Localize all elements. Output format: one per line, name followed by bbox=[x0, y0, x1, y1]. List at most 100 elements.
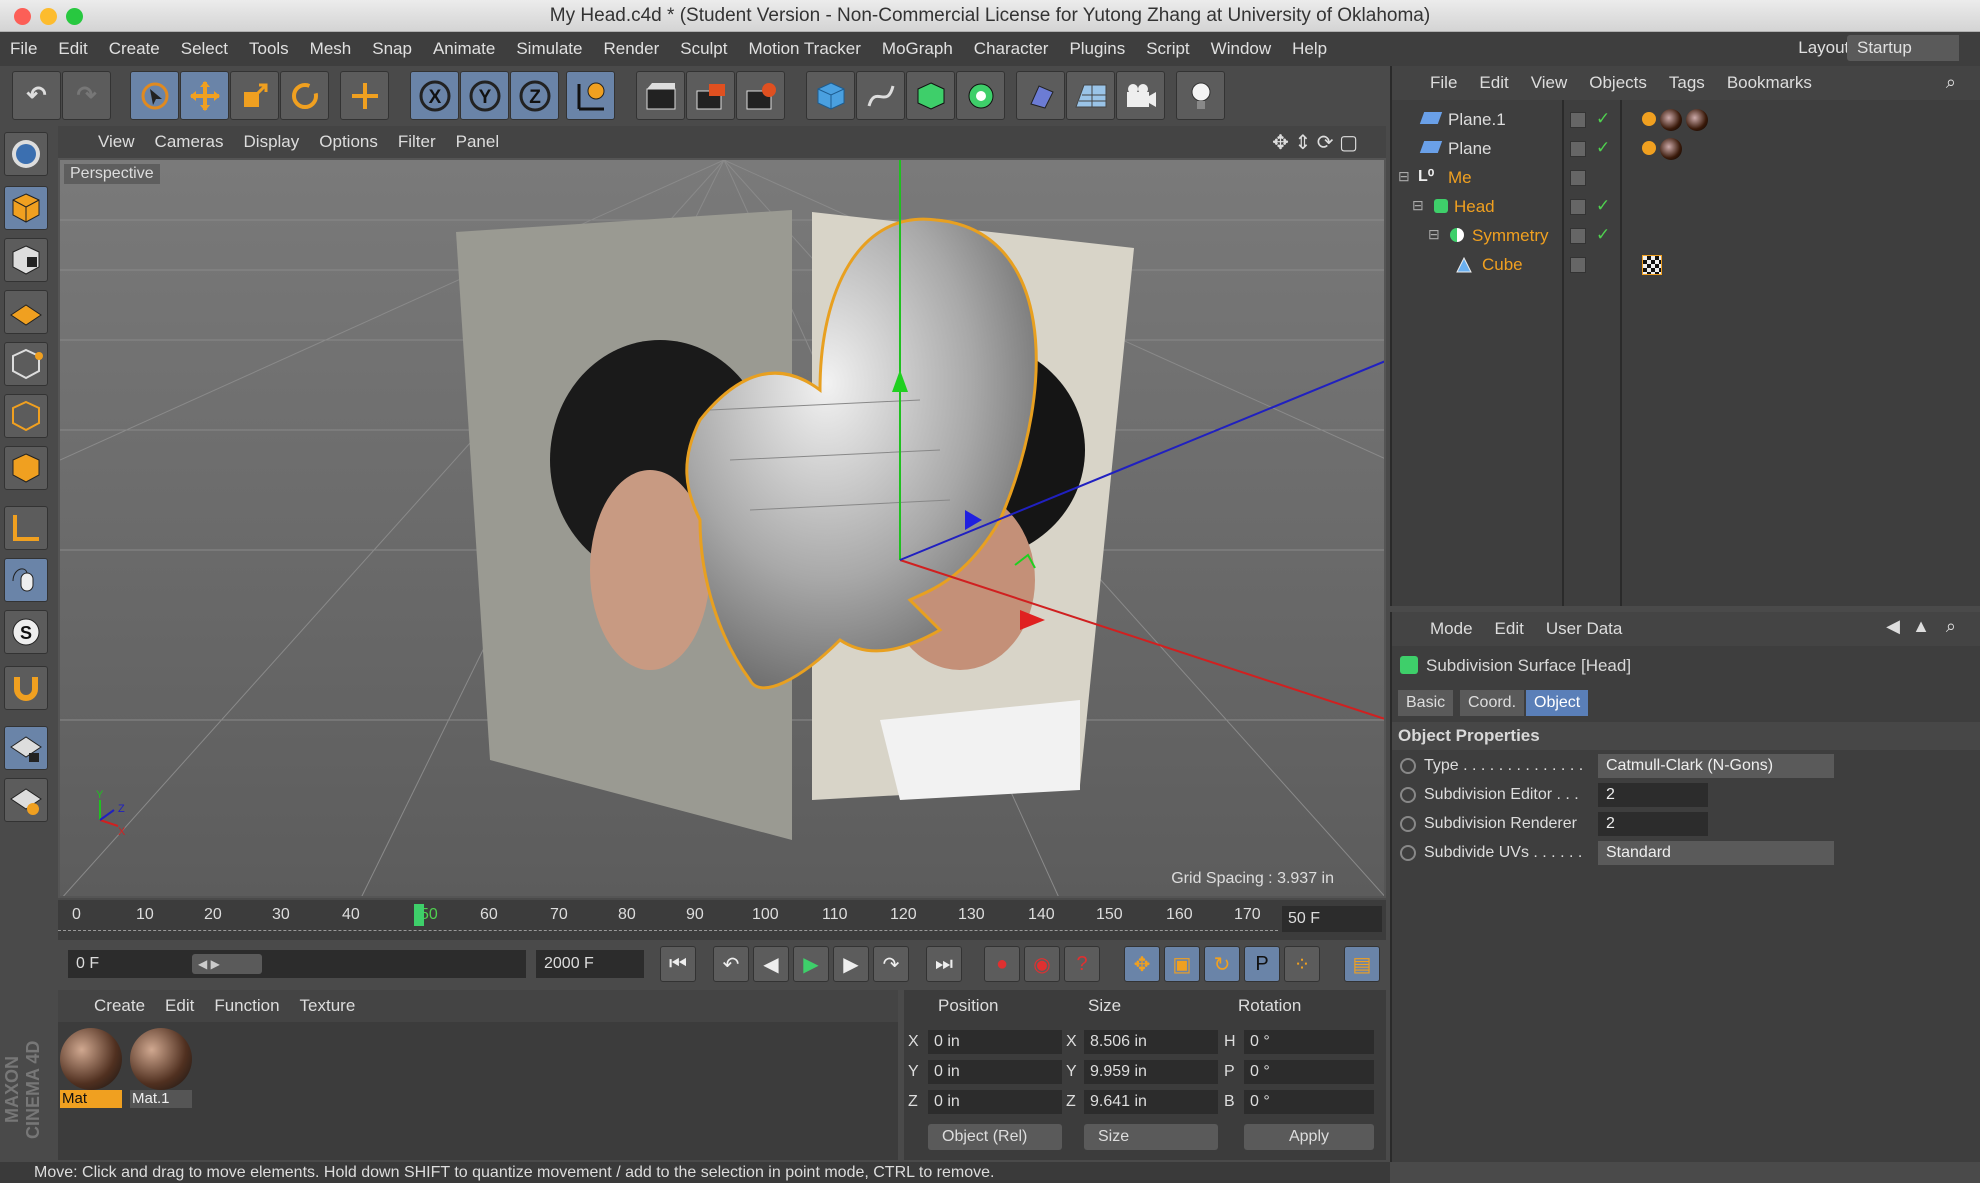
apply-button[interactable]: Apply bbox=[1244, 1124, 1374, 1150]
3d-viewport[interactable]: Y ZX Perspective Grid Spacing : 3.937 in bbox=[58, 158, 1386, 898]
previous-key-icon[interactable]: ↶ bbox=[713, 946, 749, 982]
tab-coord[interactable]: Coord. bbox=[1460, 690, 1525, 716]
animate-radio[interactable] bbox=[1400, 845, 1416, 861]
previous-frame-icon[interactable]: ◀ bbox=[753, 946, 789, 982]
cloner-icon[interactable] bbox=[956, 71, 1005, 120]
object-row-head[interactable]: ⊟ Head ✓ bbox=[1392, 193, 1980, 222]
object-row-plane-1[interactable]: Plane.1 ✓ bbox=[1392, 106, 1980, 135]
timeline-playhead[interactable] bbox=[414, 904, 424, 926]
light-icon[interactable] bbox=[1176, 71, 1225, 120]
animate-radio[interactable] bbox=[1400, 758, 1416, 774]
type-dropdown[interactable]: Catmull-Clark (N-Gons) bbox=[1598, 754, 1834, 778]
menu-file[interactable]: File bbox=[10, 39, 37, 59]
object-menu-edit[interactable]: Edit bbox=[1479, 73, 1508, 93]
menu-sculpt[interactable]: Sculpt bbox=[680, 39, 727, 59]
rotation-p-field[interactable]: 0 ° bbox=[1244, 1060, 1374, 1084]
menu-simulate[interactable]: Simulate bbox=[516, 39, 582, 59]
texture-mode-icon[interactable] bbox=[4, 238, 48, 282]
object-menu-tags[interactable]: Tags bbox=[1669, 73, 1705, 93]
workplane-lock-icon[interactable] bbox=[4, 726, 48, 770]
material-menu-function[interactable]: Function bbox=[214, 996, 279, 1016]
go-to-end-icon[interactable]: ⏭ bbox=[926, 946, 962, 982]
tab-basic[interactable]: Basic bbox=[1398, 690, 1454, 716]
material-tag-icon[interactable] bbox=[1660, 138, 1682, 160]
camera-icon[interactable] bbox=[1116, 71, 1165, 120]
material-tag-icon[interactable] bbox=[1660, 109, 1682, 131]
menu-help[interactable]: Help bbox=[1292, 39, 1327, 59]
redo-icon[interactable]: ↷ bbox=[62, 71, 111, 120]
phong-tag-icon[interactable] bbox=[1642, 141, 1656, 155]
tab-object[interactable]: Object bbox=[1526, 690, 1589, 716]
object-menu-objects[interactable]: Objects bbox=[1589, 73, 1647, 93]
play-forward-icon[interactable]: ▶ bbox=[793, 946, 829, 982]
scale-tool-icon[interactable] bbox=[230, 71, 279, 120]
viewport-menu-display[interactable]: Display bbox=[244, 132, 300, 152]
position-z-field[interactable]: 0 in bbox=[928, 1090, 1062, 1114]
object-row-me[interactable]: ⊟ L⁰ Me bbox=[1392, 164, 1980, 193]
menu-select[interactable]: Select bbox=[181, 39, 228, 59]
planar-workplane-icon[interactable] bbox=[4, 778, 48, 822]
y-axis-lock-icon[interactable]: Y bbox=[460, 71, 509, 120]
current-frame-field[interactable]: 50 F bbox=[1282, 906, 1382, 932]
menu-create[interactable]: Create bbox=[109, 39, 160, 59]
visibility-toggle[interactable] bbox=[1570, 141, 1586, 157]
coordinate-system-icon[interactable] bbox=[566, 71, 615, 120]
menu-mograph[interactable]: MoGraph bbox=[882, 39, 953, 59]
record-parameter-icon[interactable]: P bbox=[1244, 946, 1280, 982]
material-swatch-mat-1[interactable]: Mat.1 bbox=[130, 1028, 192, 1108]
make-editable-icon[interactable] bbox=[4, 132, 48, 176]
size-x-field[interactable]: 8.506 in bbox=[1084, 1030, 1218, 1054]
menu-script[interactable]: Script bbox=[1146, 39, 1189, 59]
z-axis-lock-icon[interactable]: Z bbox=[510, 71, 559, 120]
material-menu-edit[interactable]: Edit bbox=[165, 996, 194, 1016]
viewport-menu-filter[interactable]: Filter bbox=[398, 132, 436, 152]
undo-icon[interactable]: ↶ bbox=[12, 71, 61, 120]
up-arrow-icon[interactable]: ▲ bbox=[1912, 616, 1930, 637]
record-position-icon[interactable]: ✥ bbox=[1124, 946, 1160, 982]
attribute-menu-edit[interactable]: Edit bbox=[1495, 619, 1524, 639]
menu-edit[interactable]: Edit bbox=[58, 39, 87, 59]
position-y-field[interactable]: 0 in bbox=[928, 1060, 1062, 1084]
next-key-icon[interactable]: ↷ bbox=[873, 946, 909, 982]
spline-pen-icon[interactable] bbox=[856, 71, 905, 120]
record-scale-icon[interactable]: ▣ bbox=[1164, 946, 1200, 982]
menu-motion-tracker[interactable]: Motion Tracker bbox=[748, 39, 860, 59]
snap-magnet-icon[interactable] bbox=[4, 666, 48, 710]
selection-tool-icon[interactable] bbox=[130, 71, 179, 120]
visibility-toggle[interactable] bbox=[1570, 170, 1586, 186]
texture-tag-icon[interactable] bbox=[1642, 255, 1662, 275]
floor-environment-icon[interactable] bbox=[1066, 71, 1115, 120]
menu-window[interactable]: Window bbox=[1211, 39, 1271, 59]
cube-object-icon[interactable] bbox=[806, 71, 855, 120]
polygons-mode-icon[interactable] bbox=[4, 446, 48, 490]
animate-radio[interactable] bbox=[1400, 816, 1416, 832]
viewport-menu-view[interactable]: View bbox=[98, 132, 135, 152]
material-menu-texture[interactable]: Texture bbox=[300, 996, 356, 1016]
collapse-icon[interactable]: ⊟ bbox=[1412, 197, 1424, 214]
visibility-toggle[interactable] bbox=[1570, 199, 1586, 215]
object-row-plane[interactable]: Plane ✓ bbox=[1392, 135, 1980, 164]
rotate-tool-icon[interactable] bbox=[280, 71, 329, 120]
visibility-toggle[interactable] bbox=[1570, 257, 1586, 273]
menu-snap[interactable]: Snap bbox=[372, 39, 412, 59]
viewport-camera-label[interactable]: Perspective bbox=[64, 164, 160, 184]
tweak-mode-icon[interactable] bbox=[4, 558, 48, 602]
record-rotation-icon[interactable]: ↻ bbox=[1204, 946, 1240, 982]
x-axis-lock-icon[interactable]: X bbox=[410, 71, 459, 120]
subdivision-editor-field[interactable]: 2 bbox=[1598, 783, 1708, 807]
material-swatch-mat[interactable]: Mat bbox=[60, 1028, 122, 1108]
points-mode-icon[interactable] bbox=[4, 342, 48, 386]
timeline-ruler[interactable]: 0 10 20 30 40 50 60 70 80 90 100 110 120… bbox=[58, 900, 1386, 940]
coordinate-mode-dropdown[interactable]: Object (Rel) bbox=[928, 1124, 1062, 1150]
search-icon[interactable]: ⌕ bbox=[1946, 72, 1956, 93]
subdivision-surface-icon[interactable] bbox=[906, 71, 955, 120]
phong-tag-icon[interactable] bbox=[1642, 112, 1656, 126]
menu-animate[interactable]: Animate bbox=[433, 39, 495, 59]
range-slider-handle[interactable]: ◀ ▶ bbox=[192, 954, 262, 974]
render-to-picture-viewer-icon[interactable] bbox=[686, 71, 735, 120]
record-active-objects-icon[interactable]: ● bbox=[984, 946, 1020, 982]
end-frame-field[interactable]: 2000 F bbox=[536, 950, 644, 978]
move-tool-icon[interactable] bbox=[180, 71, 229, 120]
search-icon[interactable]: ⌕ bbox=[1946, 616, 1956, 637]
menu-render[interactable]: Render bbox=[603, 39, 659, 59]
